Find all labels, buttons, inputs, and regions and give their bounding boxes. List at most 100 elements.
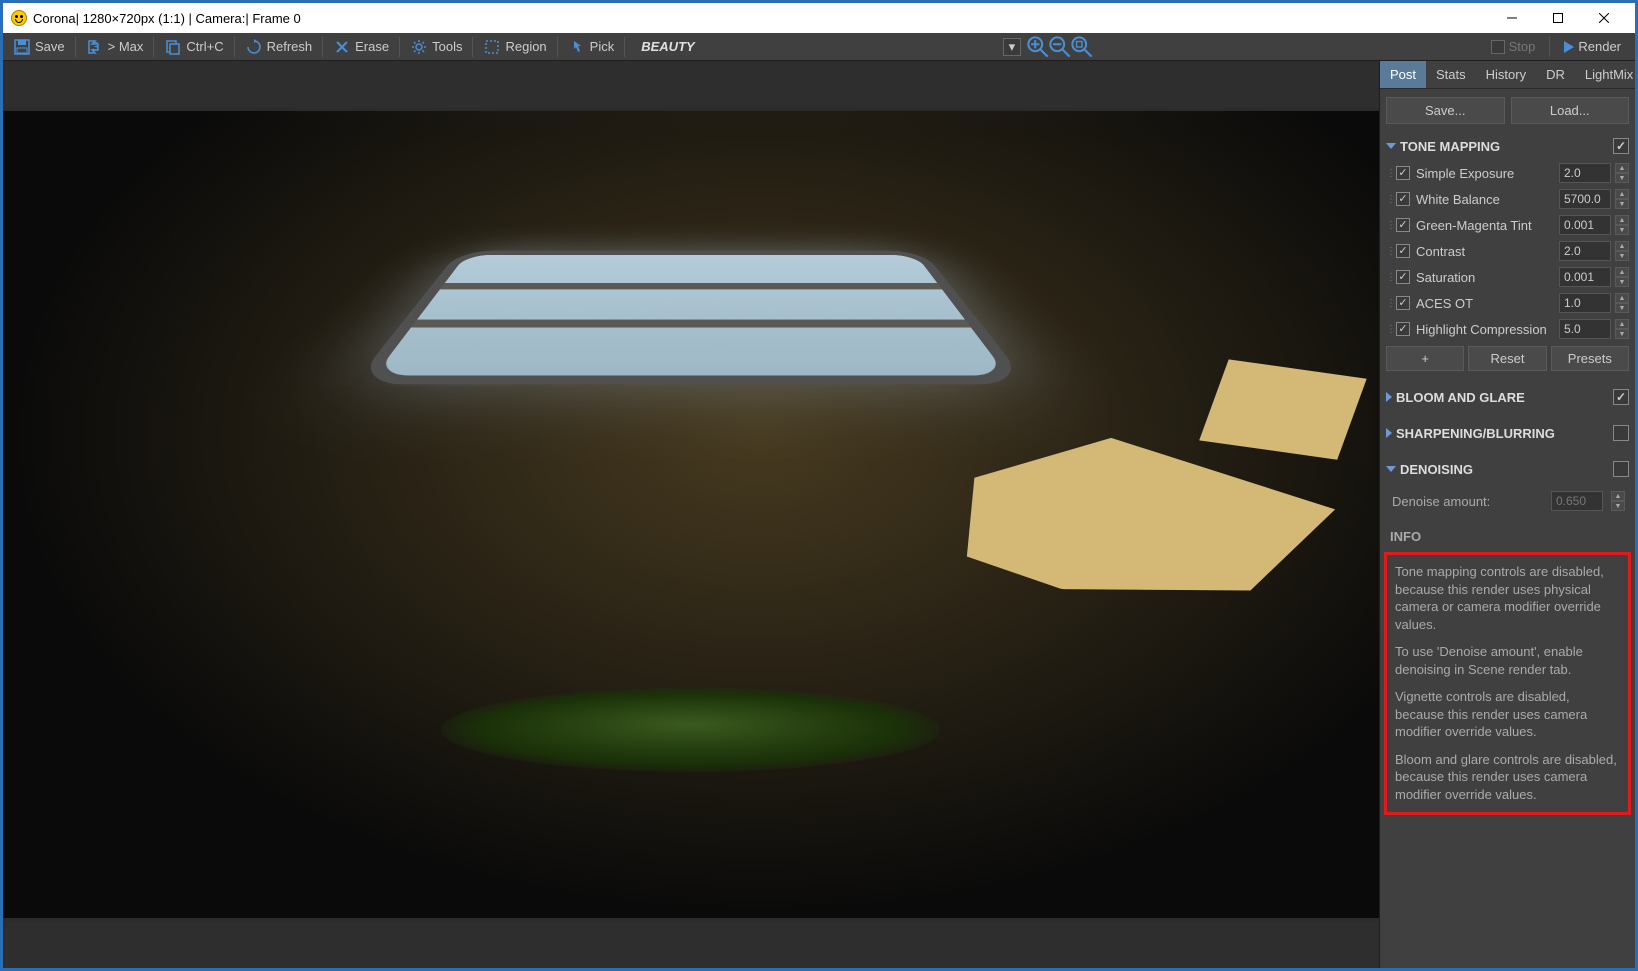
bloom-checkbox[interactable] xyxy=(1613,389,1629,405)
render-button[interactable]: Render xyxy=(1554,37,1631,56)
pick-icon xyxy=(568,38,586,56)
side-panel: Post Stats History DR LightMix Save... L… xyxy=(1380,61,1635,968)
panel-tabs: Post Stats History DR LightMix xyxy=(1380,61,1635,89)
contrast-input[interactable] xyxy=(1559,241,1611,261)
close-button[interactable] xyxy=(1581,3,1627,33)
render-viewport[interactable] xyxy=(3,61,1380,968)
chevron-down-icon xyxy=(1386,143,1396,149)
spin-down[interactable]: ▼ xyxy=(1615,277,1629,287)
denoise-checkbox[interactable] xyxy=(1613,461,1629,477)
zoom-fit-button[interactable] xyxy=(1071,36,1093,58)
zoom-out-button[interactable] xyxy=(1049,36,1071,58)
svg-text:3: 3 xyxy=(92,39,99,54)
grip-icon[interactable]: ⋮⋮ xyxy=(1386,272,1392,283)
region-button[interactable]: Region xyxy=(477,36,552,58)
tools-button[interactable]: Tools xyxy=(404,36,468,58)
sat-checkbox[interactable] xyxy=(1396,270,1410,284)
hc-input[interactable] xyxy=(1559,319,1611,339)
sharpen-checkbox[interactable] xyxy=(1613,425,1629,441)
tab-dr[interactable]: DR xyxy=(1536,61,1575,88)
erase-label: Erase xyxy=(355,39,389,54)
tomax-button[interactable]: 3 > Max xyxy=(80,36,150,58)
grip-icon[interactable]: ⋮⋮ xyxy=(1386,194,1392,205)
param-white-balance: ⋮⋮ White Balance ▲▼ xyxy=(1380,186,1635,212)
spin-up[interactable]: ▲ xyxy=(1615,267,1629,277)
aces-input[interactable] xyxy=(1559,293,1611,313)
param-label: Green-Magenta Tint xyxy=(1414,218,1555,233)
channel-selector[interactable]: BEAUTY ▾ xyxy=(637,38,1021,56)
exposure-input[interactable] xyxy=(1559,163,1611,183)
param-label: Saturation xyxy=(1414,270,1555,285)
spin-up[interactable]: ▲ xyxy=(1615,163,1629,173)
grip-icon[interactable]: ⋮⋮ xyxy=(1386,298,1392,309)
spin-up[interactable]: ▲ xyxy=(1615,319,1629,329)
aces-checkbox[interactable] xyxy=(1396,296,1410,310)
spin-up[interactable]: ▲ xyxy=(1615,293,1629,303)
tab-post[interactable]: Post xyxy=(1380,61,1426,88)
app-icon xyxy=(11,10,27,26)
tab-lightmix[interactable]: LightMix xyxy=(1575,61,1635,88)
maximize-button[interactable] xyxy=(1535,3,1581,33)
grip-icon[interactable]: ⋮⋮ xyxy=(1386,246,1392,257)
stop-button: Stop xyxy=(1481,37,1546,56)
reset-button[interactable]: Reset xyxy=(1468,346,1546,371)
gear-icon xyxy=(410,38,428,56)
wb-checkbox[interactable] xyxy=(1396,192,1410,206)
param-label: White Balance xyxy=(1414,192,1555,207)
sat-input[interactable] xyxy=(1559,267,1611,287)
spin-down[interactable]: ▼ xyxy=(1615,303,1629,313)
contrast-checkbox[interactable] xyxy=(1396,244,1410,258)
region-icon xyxy=(483,38,501,56)
title-bar: Corona| 1280×720px (1:1) | Camera:| Fram… xyxy=(3,3,1635,33)
info-box: Tone mapping controls are disabled, beca… xyxy=(1384,552,1631,815)
section-label: DENOISING xyxy=(1400,462,1609,477)
grip-icon[interactable]: ⋮⋮ xyxy=(1386,168,1392,179)
hc-checkbox[interactable] xyxy=(1396,322,1410,336)
tools-label: Tools xyxy=(432,39,462,54)
section-bloom-glare[interactable]: BLOOM AND GLARE xyxy=(1380,383,1635,411)
spin-down[interactable]: ▼ xyxy=(1615,329,1629,339)
erase-button[interactable]: Erase xyxy=(327,36,395,58)
section-label: BLOOM AND GLARE xyxy=(1396,390,1609,405)
grip-icon[interactable]: ⋮⋮ xyxy=(1386,324,1392,335)
grip-icon[interactable]: ⋮⋮ xyxy=(1386,220,1392,231)
section-tone-mapping[interactable]: TONE MAPPING xyxy=(1380,132,1635,160)
pick-label: Pick xyxy=(590,39,615,54)
copy-button[interactable]: Ctrl+C xyxy=(158,36,229,58)
param-contrast: ⋮⋮ Contrast ▲▼ xyxy=(1380,238,1635,264)
tab-stats[interactable]: Stats xyxy=(1426,61,1476,88)
erase-icon xyxy=(333,38,351,56)
exposure-checkbox[interactable] xyxy=(1396,166,1410,180)
copy-icon xyxy=(164,38,182,56)
pick-button[interactable]: Pick xyxy=(562,36,621,58)
spin-up[interactable]: ▲ xyxy=(1615,189,1629,199)
refresh-button[interactable]: Refresh xyxy=(239,36,319,58)
minimize-button[interactable] xyxy=(1489,3,1535,33)
chevron-right-icon xyxy=(1386,428,1392,438)
copy-label: Ctrl+C xyxy=(186,39,223,54)
section-denoising[interactable]: DENOISING xyxy=(1380,455,1635,483)
spin-up[interactable]: ▲ xyxy=(1615,241,1629,251)
wb-input[interactable] xyxy=(1559,189,1611,209)
zoom-in-button[interactable] xyxy=(1027,36,1049,58)
load-post-button[interactable]: Load... xyxy=(1511,97,1630,124)
presets-button[interactable]: Presets xyxy=(1551,346,1629,371)
tab-history[interactable]: History xyxy=(1476,61,1536,88)
region-label: Region xyxy=(505,39,546,54)
add-operator-button[interactable]: + xyxy=(1386,346,1464,371)
spin-down[interactable]: ▼ xyxy=(1615,225,1629,235)
chevron-down-icon[interactable]: ▾ xyxy=(1003,38,1021,56)
spin-down[interactable]: ▼ xyxy=(1615,173,1629,183)
stop-icon xyxy=(1491,40,1505,54)
section-sharpening[interactable]: SHARPENING/BLURRING xyxy=(1380,419,1635,447)
tone-mapping-checkbox[interactable] xyxy=(1613,138,1629,154)
spin-down[interactable]: ▼ xyxy=(1615,199,1629,209)
spin-down[interactable]: ▼ xyxy=(1615,251,1629,261)
render-label: Render xyxy=(1578,39,1621,54)
save-post-button[interactable]: Save... xyxy=(1386,97,1505,124)
gm-input[interactable] xyxy=(1559,215,1611,235)
spin-up[interactable]: ▲ xyxy=(1615,215,1629,225)
gm-checkbox[interactable] xyxy=(1396,218,1410,232)
chevron-down-icon xyxy=(1386,466,1396,472)
save-button[interactable]: Save xyxy=(7,36,71,58)
